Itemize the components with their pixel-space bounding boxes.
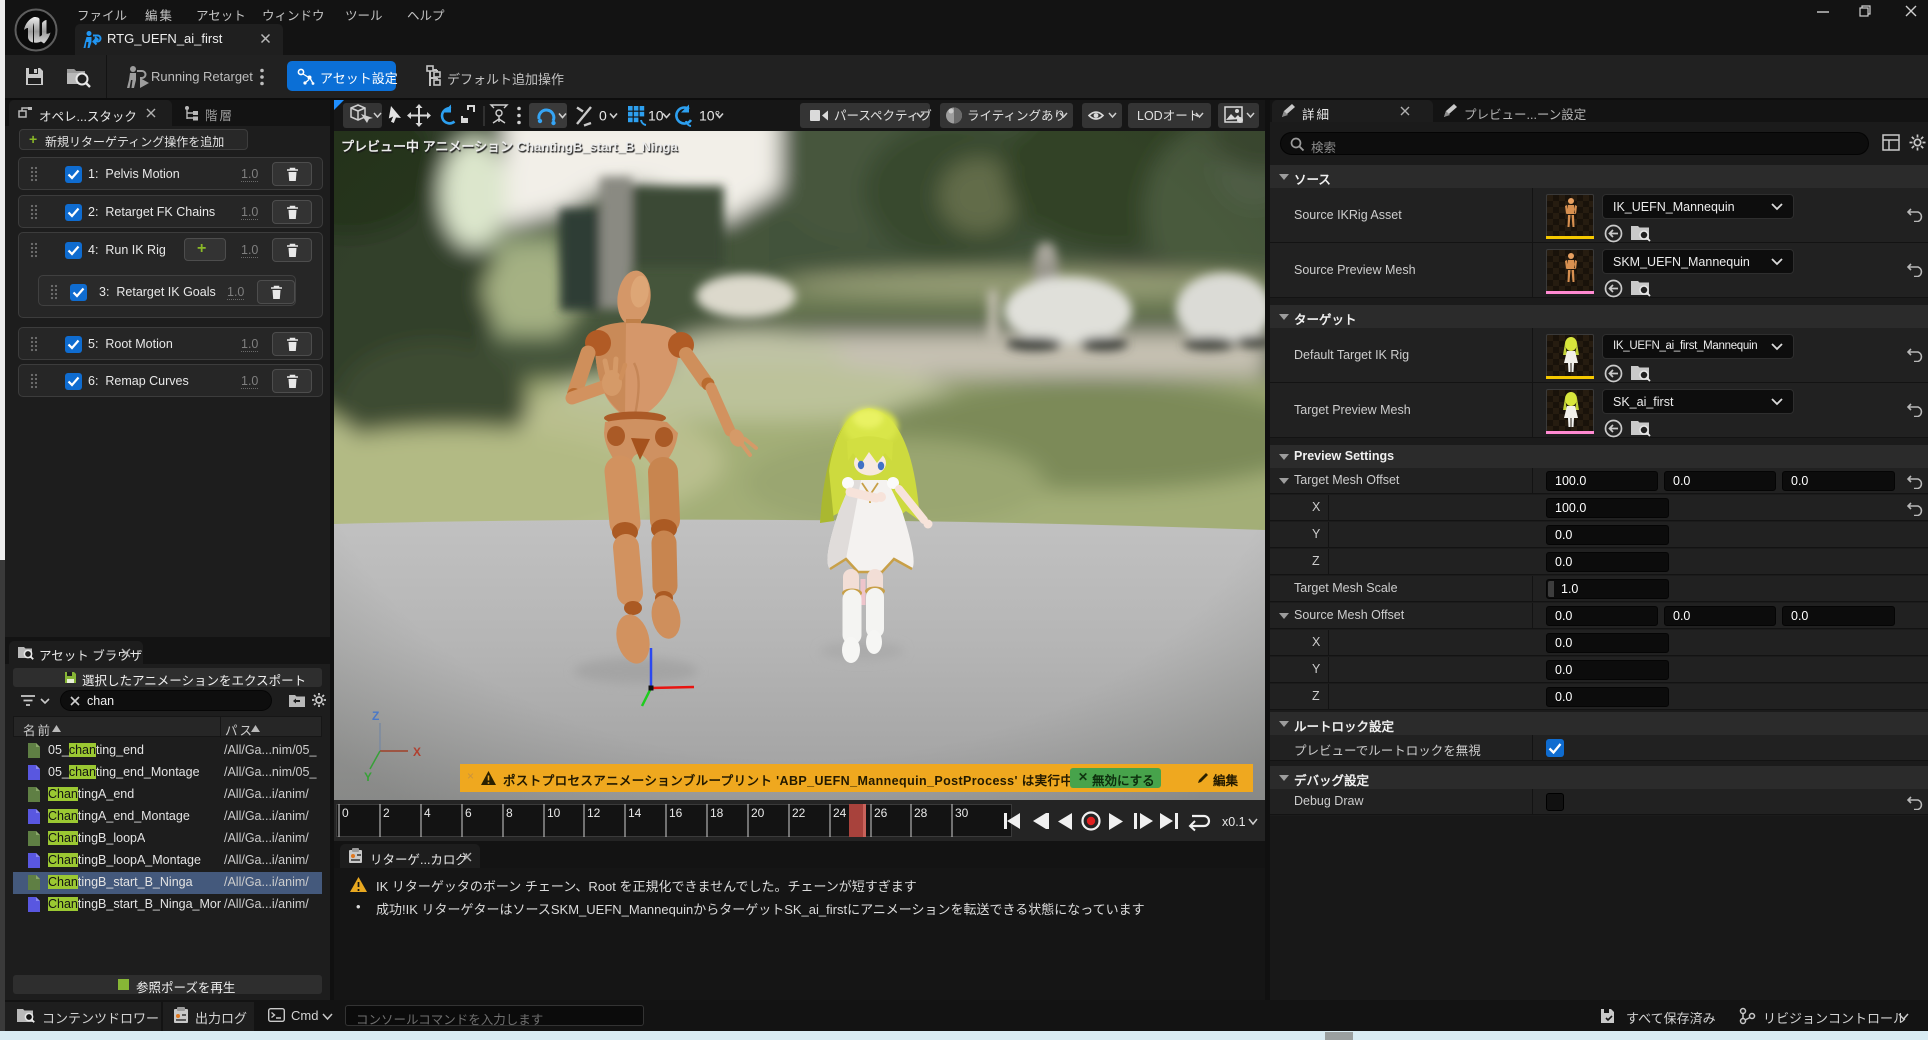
svg-text:Y: Y	[364, 770, 372, 784]
svg-text:0: 0	[342, 806, 349, 820]
svg-text:12: 12	[587, 806, 601, 820]
svg-text:26: 26	[874, 806, 888, 820]
svg-text:X: X	[413, 745, 421, 759]
svg-text:10: 10	[547, 806, 561, 820]
svg-text:20: 20	[751, 806, 765, 820]
svg-text:24: 24	[833, 806, 847, 820]
svg-text:8: 8	[506, 806, 513, 820]
svg-text:10: 10	[648, 108, 664, 124]
svg-text:2: 2	[383, 806, 390, 820]
svg-text:30: 30	[955, 806, 969, 820]
svg-text:パースペクティブ: パースペクティブ	[834, 108, 932, 123]
svg-text:28: 28	[914, 806, 928, 820]
svg-text:Z: Z	[372, 709, 379, 723]
svg-text:6: 6	[465, 806, 472, 820]
svg-text:LODオート: LODオート	[1137, 109, 1200, 123]
svg-text:4: 4	[424, 806, 431, 820]
svg-text:14: 14	[628, 806, 642, 820]
svg-text:22: 22	[792, 806, 806, 820]
svg-text:x0.1: x0.1	[1222, 815, 1246, 829]
svg-text:ライティングあり: ライティングあり	[967, 109, 1066, 123]
svg-text:0: 0	[599, 108, 607, 124]
svg-text:18: 18	[710, 806, 724, 820]
svg-text:16: 16	[669, 806, 683, 820]
